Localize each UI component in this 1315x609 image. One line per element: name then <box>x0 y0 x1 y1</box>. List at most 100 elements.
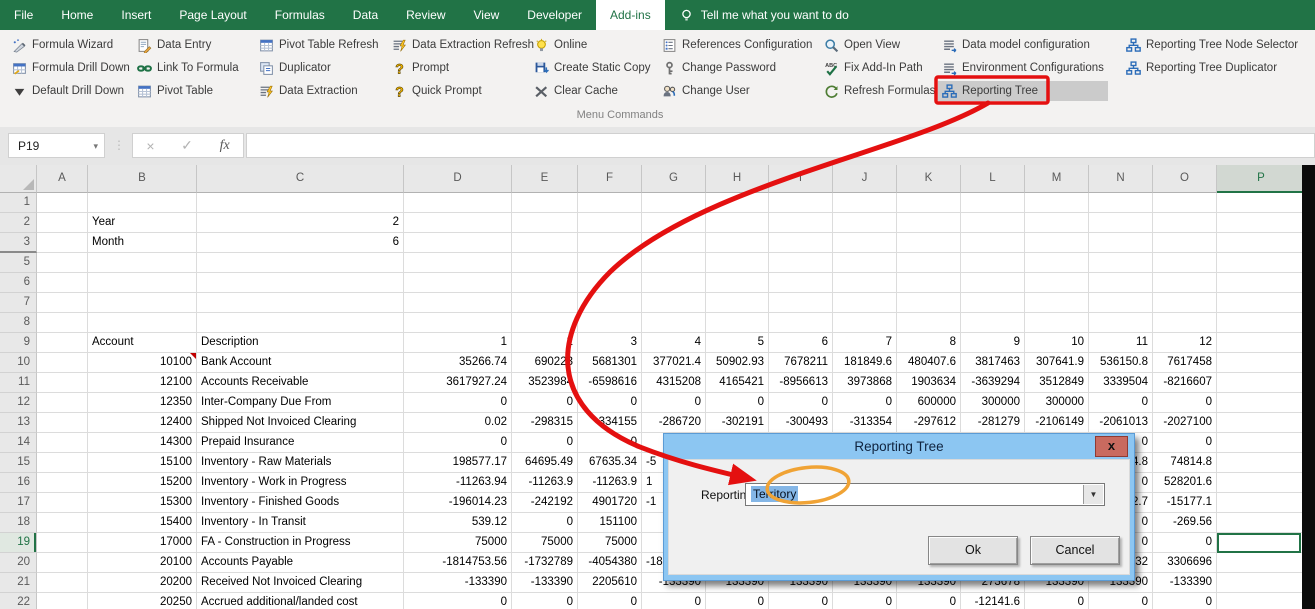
ribbon-command-link-to-formula[interactable]: Link To Formula <box>133 58 243 78</box>
cell-i2[interactable] <box>769 213 833 233</box>
cell-d16[interactable]: -11263.94 <box>404 473 512 493</box>
cell-o3[interactable] <box>1153 233 1217 253</box>
tab-file[interactable]: File <box>0 0 47 30</box>
column-header-h[interactable]: H <box>706 165 769 193</box>
column-header-b[interactable]: B <box>88 165 197 193</box>
cell-j6[interactable] <box>833 273 897 293</box>
cell-p13[interactable] <box>1217 413 1302 433</box>
ribbon-command-refresh-formulas[interactable]: Refresh Formulas <box>820 81 939 101</box>
ok-button[interactable]: Ok <box>928 536 1018 565</box>
cell-e22[interactable]: 0 <box>512 593 578 609</box>
ribbon-command-formula-wizard[interactable]: Formula Wizard <box>8 35 134 55</box>
cell-j8[interactable] <box>833 313 897 333</box>
cell-c7[interactable] <box>197 293 404 313</box>
cell-l22[interactable]: -12141.6 <box>961 593 1025 609</box>
cell-o10[interactable]: 7617458 <box>1153 353 1217 373</box>
cell-e12[interactable]: 0 <box>512 393 578 413</box>
cell-f8[interactable] <box>578 313 642 333</box>
cell-k11[interactable]: 1903634 <box>897 373 961 393</box>
row-header-9[interactable]: 9 <box>0 333 37 353</box>
cell-b15[interactable]: 15100 <box>88 453 197 473</box>
cell-b5[interactable] <box>88 253 197 273</box>
cell-a9[interactable] <box>37 333 88 353</box>
cell-o19[interactable]: 0 <box>1153 533 1217 553</box>
cell-f9[interactable]: 3 <box>578 333 642 353</box>
cell-e2[interactable] <box>512 213 578 233</box>
row-header-2[interactable]: 2 <box>0 213 37 233</box>
cell-d19[interactable]: 75000 <box>404 533 512 553</box>
cell-b18[interactable]: 15400 <box>88 513 197 533</box>
cell-k8[interactable] <box>897 313 961 333</box>
ribbon-command-fix-add-in-path[interactable]: ABCFix Add-In Path <box>820 58 939 78</box>
cell-b19[interactable]: 17000 <box>88 533 197 553</box>
cell-h7[interactable] <box>706 293 769 313</box>
row-header-13[interactable]: 13 <box>0 413 37 433</box>
cell-e9[interactable]: 2 <box>512 333 578 353</box>
cell-l9[interactable]: 9 <box>961 333 1025 353</box>
row-header-18[interactable]: 18 <box>0 513 37 533</box>
cell-m1[interactable] <box>1025 193 1089 213</box>
cell-n3[interactable] <box>1089 233 1153 253</box>
reporting-tree-combobox[interactable]: Territory ▼ <box>745 483 1105 506</box>
cell-j13[interactable]: -313354 <box>833 413 897 433</box>
cell-k2[interactable] <box>897 213 961 233</box>
cell-c15[interactable]: Inventory - Raw Materials <box>197 453 404 473</box>
cell-a3[interactable] <box>37 233 88 253</box>
cell-a17[interactable] <box>37 493 88 513</box>
cell-p22[interactable] <box>1217 593 1302 609</box>
cell-f20[interactable]: -4054380 <box>578 553 642 573</box>
tab-page-layout[interactable]: Page Layout <box>165 0 260 30</box>
cell-l8[interactable] <box>961 313 1025 333</box>
cell-c14[interactable]: Prepaid Insurance <box>197 433 404 453</box>
cell-j5[interactable] <box>833 253 897 273</box>
cell-c10[interactable]: Bank Account <box>197 353 404 373</box>
ribbon-command-reporting-tree-node-selector[interactable]: Reporting Tree Node Selector <box>1122 35 1302 55</box>
cell-i3[interactable] <box>769 233 833 253</box>
tab-review[interactable]: Review <box>392 0 459 30</box>
cell-p1[interactable] <box>1217 193 1302 213</box>
cell-a18[interactable] <box>37 513 88 533</box>
cell-o16[interactable]: 528201.6 <box>1153 473 1217 493</box>
cell-n2[interactable] <box>1089 213 1153 233</box>
row-header-1[interactable]: 1 <box>0 193 37 213</box>
cell-n22[interactable]: 0 <box>1089 593 1153 609</box>
ribbon-command-online[interactable]: Online <box>530 35 655 55</box>
cell-b13[interactable]: 12400 <box>88 413 197 433</box>
cell-d21[interactable]: -133390 <box>404 573 512 593</box>
cell-l11[interactable]: -3639294 <box>961 373 1025 393</box>
cell-o5[interactable] <box>1153 253 1217 273</box>
cell-f14[interactable]: 0 <box>578 433 642 453</box>
cell-p18[interactable] <box>1217 513 1302 533</box>
tab-insert[interactable]: Insert <box>107 0 165 30</box>
cell-m13[interactable]: -2106149 <box>1025 413 1089 433</box>
cell-f18[interactable]: 151100 <box>578 513 642 533</box>
cell-l13[interactable]: -281279 <box>961 413 1025 433</box>
cell-f12[interactable]: 0 <box>578 393 642 413</box>
cell-d13[interactable]: 0.02 <box>404 413 512 433</box>
cell-c21[interactable]: Received Not Invoiced Clearing <box>197 573 404 593</box>
ribbon-command-default-drill-down[interactable]: Default Drill Down <box>8 81 134 101</box>
cell-k9[interactable]: 8 <box>897 333 961 353</box>
cell-e14[interactable]: 0 <box>512 433 578 453</box>
cell-k12[interactable]: 600000 <box>897 393 961 413</box>
cell-g2[interactable] <box>642 213 706 233</box>
cell-m8[interactable] <box>1025 313 1089 333</box>
cell-l10[interactable]: 3817463 <box>961 353 1025 373</box>
cell-o20[interactable]: 3306696 <box>1153 553 1217 573</box>
cell-o8[interactable] <box>1153 313 1217 333</box>
cell-j11[interactable]: 3973868 <box>833 373 897 393</box>
cell-m2[interactable] <box>1025 213 1089 233</box>
ribbon-command-open-view[interactable]: Open View <box>820 35 939 55</box>
cell-i1[interactable] <box>769 193 833 213</box>
cell-g12[interactable]: 0 <box>642 393 706 413</box>
cell-i5[interactable] <box>769 253 833 273</box>
tab-add-ins[interactable]: Add-ins <box>596 0 665 30</box>
cell-o13[interactable]: -2027100 <box>1153 413 1217 433</box>
cell-o2[interactable] <box>1153 213 1217 233</box>
cell-i6[interactable] <box>769 273 833 293</box>
cell-b16[interactable]: 15200 <box>88 473 197 493</box>
cell-c11[interactable]: Accounts Receivable <box>197 373 404 393</box>
column-header-p[interactable]: P <box>1217 165 1302 193</box>
cell-e11[interactable]: 3523984 <box>512 373 578 393</box>
cell-c2[interactable]: 2 <box>197 213 404 233</box>
